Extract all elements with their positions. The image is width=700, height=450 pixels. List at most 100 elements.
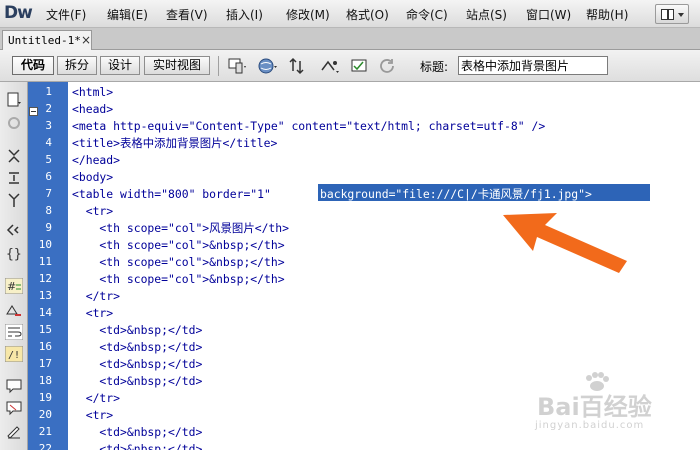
line-number: 3	[45, 119, 52, 132]
layout-grid-icon	[661, 9, 674, 20]
line-number: 12	[38, 272, 52, 285]
code-line: <body>	[72, 170, 114, 184]
line-number: 18	[38, 374, 52, 387]
open-documents-icon[interactable]	[5, 92, 23, 108]
code-line: <td>&nbsp;</td>	[72, 425, 203, 439]
code-line: <tr>	[72, 204, 114, 218]
line-number: 1	[45, 85, 52, 98]
workspace-layout-button[interactable]	[655, 4, 689, 24]
svg-text:/!: /!	[8, 350, 20, 361]
line-number: 6	[45, 170, 52, 183]
document-toolbar: 代码 拆分 设计 实时视图 标题:	[0, 50, 700, 82]
menu-edit[interactable]: 编辑(E)	[107, 6, 148, 23]
toolbar-divider	[218, 56, 219, 76]
collapse-selection-icon[interactable]	[5, 170, 23, 186]
close-icon[interactable]: ×	[81, 33, 91, 47]
split-view-button[interactable]: 拆分	[57, 56, 97, 75]
line-number: 9	[45, 221, 52, 234]
code-line: <th scope="col">&nbsp;</th>	[72, 272, 285, 286]
code-line: <html>	[72, 85, 114, 99]
baidu-watermark: Bai百经验 jingyan.baidu.com	[535, 372, 695, 442]
line-number: 22	[38, 442, 52, 450]
collapse-full-tag-icon[interactable]	[5, 148, 23, 164]
code-line: </tr>	[72, 391, 121, 405]
code-line: <th scope="col">&nbsp;</th>	[72, 238, 285, 252]
wrap-tag-icon[interactable]	[5, 423, 23, 439]
visual-aids-icon[interactable]	[350, 57, 370, 75]
code-line: <th scope="col">风景图片</th>	[72, 221, 290, 235]
menu-site[interactable]: 站点(S)	[466, 6, 507, 23]
collapse-code-icon[interactable]	[29, 107, 38, 116]
menu-window[interactable]: 窗口(W)	[526, 6, 571, 23]
chevron-down-icon	[678, 13, 684, 17]
select-parent-tag-icon[interactable]	[5, 222, 23, 238]
apply-comment-icon[interactable]	[5, 378, 23, 394]
refresh-icon[interactable]	[378, 57, 398, 75]
menu-view[interactable]: 查看(V)	[166, 6, 208, 23]
line-numbers-icon[interactable]: #	[5, 278, 23, 294]
line-number: 15	[38, 323, 52, 336]
code-line: <tr>	[72, 306, 114, 320]
code-view-button[interactable]: 代码	[12, 56, 54, 75]
code-line: </head>	[72, 153, 121, 167]
line-number: 20	[38, 408, 52, 421]
menu-file[interactable]: 文件(F)	[46, 6, 86, 23]
code-line: </tr>	[72, 289, 121, 303]
line-number: 19	[38, 391, 52, 404]
menu-format[interactable]: 格式(O)	[346, 6, 389, 23]
line-number: 11	[38, 255, 52, 268]
coding-toolbar: {} # /!	[0, 82, 28, 450]
code-line: <td>&nbsp;</td>	[72, 357, 203, 371]
line-number: 10	[38, 238, 52, 251]
line-number: 21	[38, 425, 52, 438]
code-line: <table width="800" border="1"	[72, 187, 285, 201]
show-code-navigator-icon[interactable]	[5, 115, 23, 131]
document-tab-bar: Untitled-1* ×	[0, 28, 700, 50]
line-number: 14	[38, 306, 52, 319]
line-number: 7	[45, 187, 52, 200]
debug-icon[interactable]	[320, 57, 340, 75]
document-tab[interactable]: Untitled-1* ×	[2, 30, 92, 50]
live-view-button[interactable]: 实时视图	[144, 56, 210, 75]
file-transfer-icon[interactable]	[288, 57, 308, 75]
svg-text:#: #	[7, 280, 16, 293]
dreamweaver-logo: Dw	[4, 3, 33, 23]
line-number-gutter: 1 2 3 4 5 6 7 8 9 10 11 12 13 14 15 16 1…	[28, 82, 68, 450]
browser-preview-icon[interactable]	[258, 57, 278, 75]
line-number: 13	[38, 289, 52, 302]
code-line: <tr>	[72, 408, 114, 422]
multiscreen-icon[interactable]	[228, 57, 248, 75]
menu-help[interactable]: 帮助(H)	[586, 6, 628, 23]
line-number: 16	[38, 340, 52, 353]
line-number: 17	[38, 357, 52, 370]
expand-all-icon[interactable]	[5, 192, 23, 208]
code-line: <meta http-equiv="Content-Type" content=…	[72, 119, 546, 133]
code-line: <td>&nbsp;</td>	[72, 374, 203, 388]
menu-bar: Dw 文件(F) 编辑(E) 查看(V) 插入(I) 修改(M) 格式(O) 命…	[0, 0, 700, 28]
code-line: <td>&nbsp;</td>	[72, 442, 203, 450]
code-line: <th scope="col">&nbsp;</th>	[72, 255, 285, 269]
document-tab-label: Untitled-1*	[8, 34, 81, 47]
code-line: <head>	[72, 102, 114, 116]
syntax-error-alerts-icon[interactable]: /!	[5, 346, 23, 362]
remove-comment-icon[interactable]	[5, 400, 23, 416]
line-number: 8	[45, 204, 52, 217]
word-wrap-icon[interactable]	[5, 324, 23, 340]
title-input[interactable]	[458, 56, 608, 75]
line-number: 4	[45, 136, 52, 149]
menu-insert[interactable]: 插入(I)	[226, 6, 263, 23]
title-label: 标题:	[420, 60, 449, 74]
watermark-url: jingyan.baidu.com	[535, 420, 645, 431]
balance-braces-icon[interactable]: {}	[5, 245, 23, 261]
menu-modify[interactable]: 修改(M)	[286, 6, 330, 23]
menu-command[interactable]: 命令(C)	[406, 6, 448, 23]
line-number: 5	[45, 153, 52, 166]
annotation-arrow-icon	[503, 213, 627, 273]
svg-text:{}: {}	[6, 247, 22, 261]
watermark-brand: Bai百经验	[537, 393, 652, 421]
design-view-button[interactable]: 设计	[100, 56, 140, 75]
code-line: <td>&nbsp;</td>	[72, 323, 203, 337]
code-line: <td>&nbsp;</td>	[72, 340, 203, 354]
highlight-invalid-code-icon[interactable]	[5, 302, 23, 318]
code-line: <title>表格中添加背景图片</title>	[72, 136, 278, 150]
